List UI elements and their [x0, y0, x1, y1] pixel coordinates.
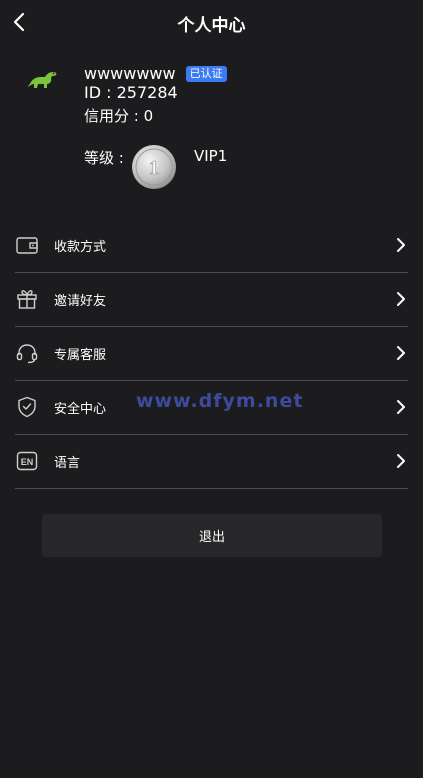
gift-icon	[17, 290, 37, 309]
dinosaur-icon	[28, 72, 57, 88]
menu-item-label: 邀请好友	[54, 294, 107, 309]
watermark: www.dfym.net	[136, 390, 304, 412]
profile-section: wwwwwww 已认证 ID : 257284 信用分 : 0 等级 : 1 V…	[0, 60, 423, 200]
vip-level: VIP1	[194, 147, 228, 165]
chevron-right-icon	[397, 238, 405, 252]
level-medal: 1	[131, 144, 177, 190]
headset-icon	[16, 344, 38, 364]
chevron-right-icon	[397, 346, 405, 360]
user-id: ID : 257284	[84, 83, 178, 102]
username-row: wwwwwww 已认证	[84, 64, 227, 83]
menu-item-label: 安全中心	[54, 402, 107, 417]
personal-center-page: 个人中心 wwwwwww 已认证 ID : 257284 信用分 : 0 等级 …	[0, 0, 423, 778]
chevron-right-icon	[397, 400, 405, 414]
menu-list: 收款方式 邀请好友 专属客服 安全中心 EN 语言	[15, 219, 408, 489]
menu-item-label: 收款方式	[54, 240, 107, 255]
avatar	[26, 68, 60, 90]
top-nav-bar: 个人中心	[0, 0, 423, 44]
menu-item-language[interactable]: EN 语言	[15, 435, 408, 489]
silver-medal-icon: 1	[132, 145, 176, 189]
wallet-icon	[16, 237, 38, 254]
menu-item-label: 专属客服	[54, 348, 107, 363]
menu-item-customer-service[interactable]: 专属客服	[15, 327, 408, 381]
level-label: 等级 :	[84, 149, 124, 167]
svg-text:EN: EN	[21, 457, 34, 467]
menu-item-invite-friends[interactable]: 邀请好友	[15, 273, 408, 327]
username: wwwwwww	[84, 64, 176, 83]
page-title: 个人中心	[177, 16, 246, 36]
chevron-right-icon	[397, 454, 405, 468]
menu-item-label: 语言	[54, 456, 81, 471]
shield-check-icon	[18, 396, 36, 418]
verified-badge: 已认证	[185, 65, 227, 82]
credit-score: 信用分 : 0	[84, 107, 154, 125]
logout-button[interactable]: 退出	[42, 514, 382, 557]
chevron-right-icon	[397, 292, 405, 306]
menu-item-payment-method[interactable]: 收款方式	[15, 219, 408, 273]
language-en-icon: EN	[16, 451, 38, 471]
medal-number: 1	[149, 157, 159, 179]
